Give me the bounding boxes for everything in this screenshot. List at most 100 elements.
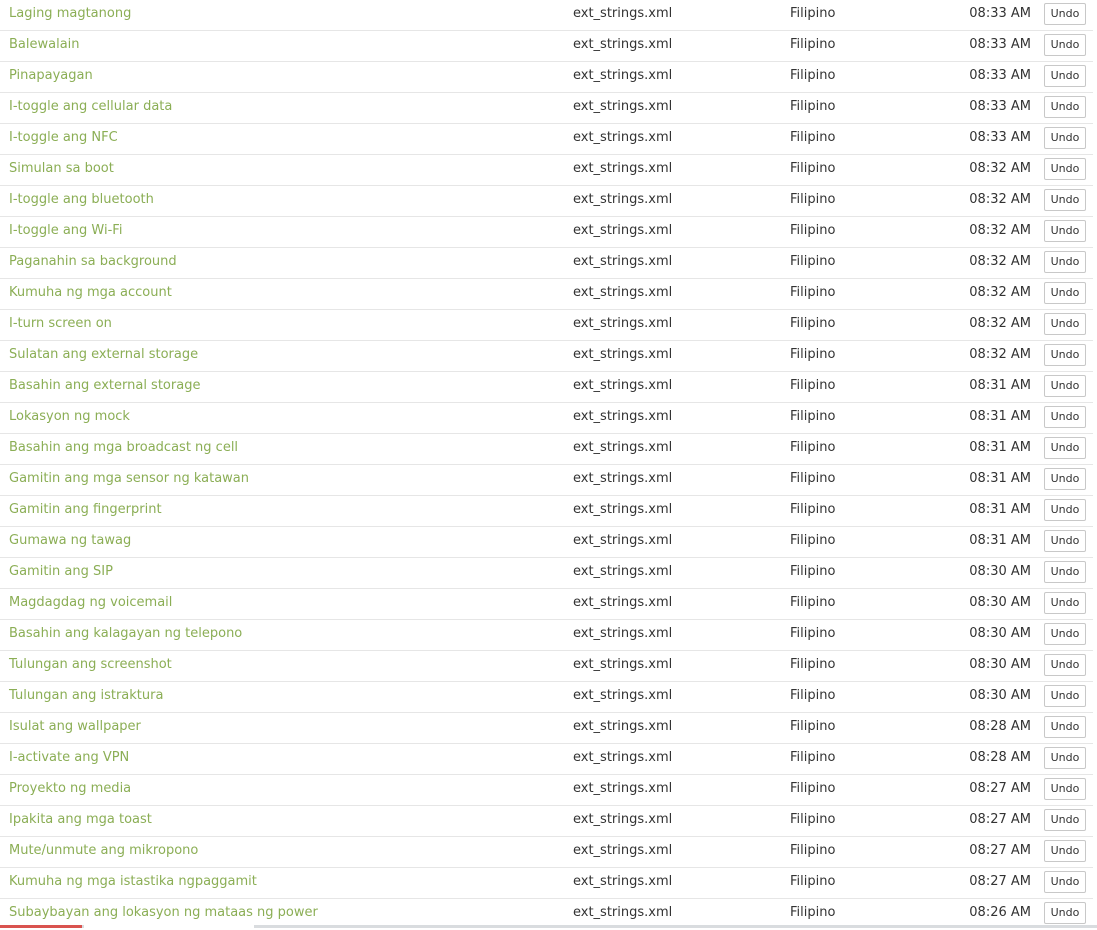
string-link[interactable]: Simulan sa boot <box>9 155 114 183</box>
file-name: ext_strings.xml <box>573 161 673 176</box>
activity-row: Gamitin ang fingerprint ext_strings.xml … <box>0 496 1093 527</box>
file-name: ext_strings.xml <box>573 285 673 300</box>
undo-button[interactable]: Undo <box>1044 220 1086 242</box>
language-name: Filipino <box>790 254 836 269</box>
string-link[interactable]: Proyekto ng media <box>9 775 131 803</box>
string-link[interactable]: I-toggle ang Wi-Fi <box>9 217 122 245</box>
string-link[interactable]: Basahin ang mga broadcast ng cell <box>9 434 238 462</box>
language-name: Filipino <box>790 99 836 114</box>
string-link[interactable]: Ipakita ang mga toast <box>9 806 152 834</box>
string-link[interactable]: Tulungan ang istraktura <box>9 682 163 710</box>
language-name: Filipino <box>790 316 836 331</box>
undo-button[interactable]: Undo <box>1044 406 1086 428</box>
string-link[interactable]: Magdagdag ng voicemail <box>9 589 172 617</box>
undo-button[interactable]: Undo <box>1044 561 1086 583</box>
language-name: Filipino <box>790 595 836 610</box>
string-link[interactable]: Sulatan ang external storage <box>9 341 198 369</box>
activity-row: Laging magtanong ext_strings.xml Filipin… <box>0 0 1093 31</box>
timestamp: 08:31 AM <box>969 533 1031 548</box>
activity-row: Basahin ang kalagayan ng telepono ext_st… <box>0 620 1093 651</box>
string-link[interactable]: Gamitin ang fingerprint <box>9 496 162 524</box>
undo-button[interactable]: Undo <box>1044 685 1086 707</box>
timestamp: 08:31 AM <box>969 440 1031 455</box>
timestamp: 08:33 AM <box>969 130 1031 145</box>
timestamp: 08:32 AM <box>969 285 1031 300</box>
undo-button[interactable]: Undo <box>1044 809 1086 831</box>
undo-button[interactable]: Undo <box>1044 3 1086 25</box>
undo-button[interactable]: Undo <box>1044 375 1086 397</box>
string-link[interactable]: I-toggle ang bluetooth <box>9 186 154 214</box>
language-name: Filipino <box>790 564 836 579</box>
string-link[interactable]: Laging magtanong <box>9 0 131 28</box>
activity-row: Gamitin ang mga sensor ng katawan ext_st… <box>0 465 1093 496</box>
undo-button[interactable]: Undo <box>1044 437 1086 459</box>
timestamp: 08:30 AM <box>969 657 1031 672</box>
undo-button[interactable]: Undo <box>1044 592 1086 614</box>
string-link[interactable]: I-activate ang VPN <box>9 744 129 772</box>
timestamp: 08:32 AM <box>969 254 1031 269</box>
string-link[interactable]: Tulungan ang screenshot <box>9 651 172 679</box>
file-name: ext_strings.xml <box>573 533 673 548</box>
string-link[interactable]: Kumuha ng mga istastika ngpaggamit <box>9 868 257 896</box>
undo-button[interactable]: Undo <box>1044 344 1086 366</box>
undo-button[interactable]: Undo <box>1044 499 1086 521</box>
string-link[interactable]: Paganahin sa background <box>9 248 177 276</box>
activity-row: I-toggle ang bluetooth ext_strings.xml F… <box>0 186 1093 217</box>
string-link[interactable]: Lokasyon ng mock <box>9 403 130 431</box>
timestamp: 08:27 AM <box>969 843 1031 858</box>
string-link[interactable]: I-turn screen on <box>9 310 112 338</box>
undo-button[interactable]: Undo <box>1044 530 1086 552</box>
language-name: Filipino <box>790 440 836 455</box>
undo-button[interactable]: Undo <box>1044 127 1086 149</box>
undo-button[interactable]: Undo <box>1044 189 1086 211</box>
string-link[interactable]: Gamitin ang SIP <box>9 558 113 586</box>
activity-row: Lokasyon ng mock ext_strings.xml Filipin… <box>0 403 1093 434</box>
string-link[interactable]: I-toggle ang NFC <box>9 124 118 152</box>
timestamp: 08:31 AM <box>969 502 1031 517</box>
timestamp: 08:31 AM <box>969 378 1031 393</box>
string-link[interactable]: Gamitin ang mga sensor ng katawan <box>9 465 249 493</box>
undo-button[interactable]: Undo <box>1044 251 1086 273</box>
string-link[interactable]: Balewalain <box>9 31 80 59</box>
timestamp: 08:28 AM <box>969 719 1031 734</box>
undo-button[interactable]: Undo <box>1044 747 1086 769</box>
activity-row: I-turn screen on ext_strings.xml Filipin… <box>0 310 1093 341</box>
undo-button[interactable]: Undo <box>1044 778 1086 800</box>
timestamp: 08:32 AM <box>969 161 1031 176</box>
timestamp: 08:32 AM <box>969 316 1031 331</box>
string-link[interactable]: Pinapayagan <box>9 62 93 90</box>
file-name: ext_strings.xml <box>573 874 673 889</box>
activity-row: Tulungan ang screenshot ext_strings.xml … <box>0 651 1093 682</box>
string-link[interactable]: Kumuha ng mga account <box>9 279 172 307</box>
undo-button[interactable]: Undo <box>1044 654 1086 676</box>
language-name: Filipino <box>790 533 836 548</box>
undo-button[interactable]: Undo <box>1044 623 1086 645</box>
undo-button[interactable]: Undo <box>1044 282 1086 304</box>
string-link[interactable]: Isulat ang wallpaper <box>9 713 141 741</box>
activity-row: Balewalain ext_strings.xml Filipino 08:3… <box>0 31 1093 62</box>
undo-button[interactable]: Undo <box>1044 840 1086 862</box>
file-name: ext_strings.xml <box>573 905 673 920</box>
language-name: Filipino <box>790 719 836 734</box>
string-link[interactable]: Subaybayan ang lokasyon ng mataas ng pow… <box>9 899 318 927</box>
undo-button[interactable]: Undo <box>1044 902 1086 924</box>
undo-button[interactable]: Undo <box>1044 468 1086 490</box>
string-link[interactable]: Mute/unmute ang mikropono <box>9 837 198 865</box>
string-link[interactable]: Gumawa ng tawag <box>9 527 131 555</box>
undo-button[interactable]: Undo <box>1044 65 1086 87</box>
activity-row: Basahin ang mga broadcast ng cell ext_st… <box>0 434 1093 465</box>
string-link[interactable]: I-toggle ang cellular data <box>9 93 172 121</box>
file-name: ext_strings.xml <box>573 378 673 393</box>
language-name: Filipino <box>790 688 836 703</box>
string-link[interactable]: Basahin ang external storage <box>9 372 200 400</box>
file-name: ext_strings.xml <box>573 843 673 858</box>
undo-button[interactable]: Undo <box>1044 871 1086 893</box>
file-name: ext_strings.xml <box>573 37 673 52</box>
undo-button[interactable]: Undo <box>1044 716 1086 738</box>
undo-button[interactable]: Undo <box>1044 158 1086 180</box>
undo-button[interactable]: Undo <box>1044 313 1086 335</box>
undo-button[interactable]: Undo <box>1044 34 1086 56</box>
file-name: ext_strings.xml <box>573 688 673 703</box>
undo-button[interactable]: Undo <box>1044 96 1086 118</box>
string-link[interactable]: Basahin ang kalagayan ng telepono <box>9 620 242 648</box>
